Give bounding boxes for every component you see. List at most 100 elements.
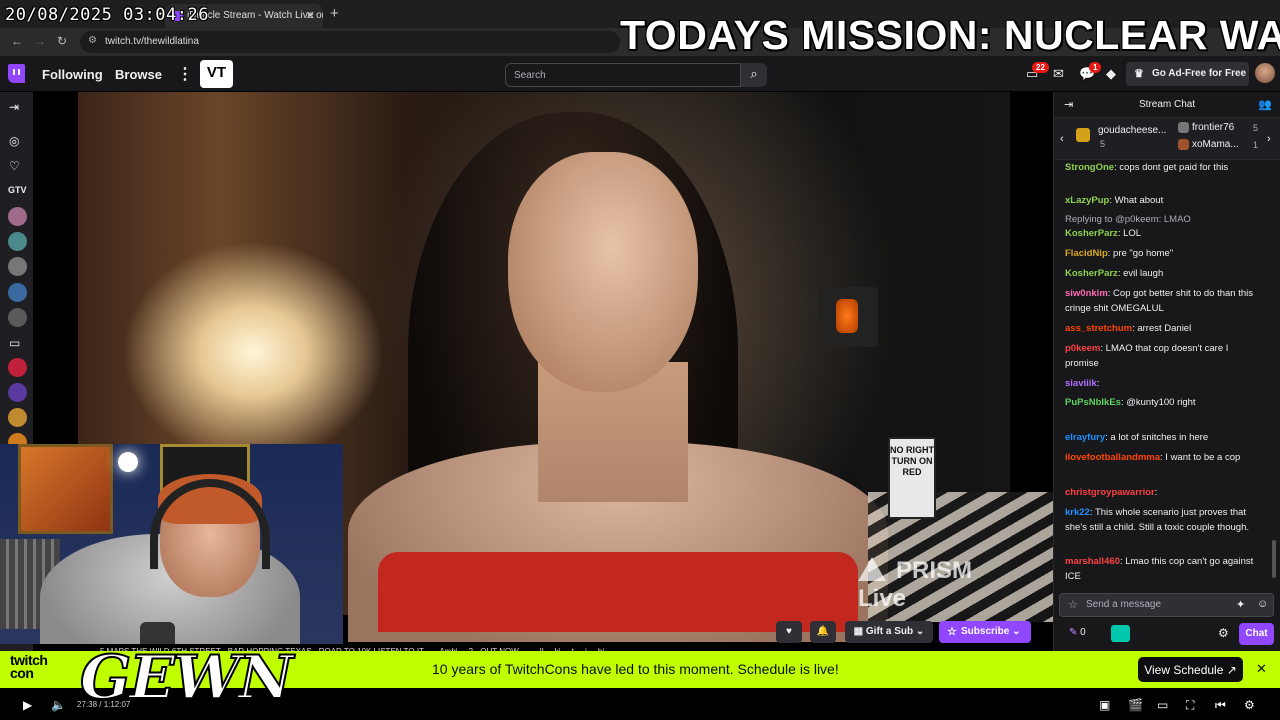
sidebar-channel-gtv[interactable]: GTV [8, 185, 27, 195]
theatre-mode-icon[interactable]: ▭ [1157, 698, 1168, 712]
search-input[interactable]: Search [505, 63, 741, 87]
sidebar-channel-avatar[interactable] [8, 358, 27, 377]
sidebar-channel-avatar[interactable] [8, 257, 27, 276]
chat-username[interactable]: elrayfury [1065, 432, 1105, 443]
chat-title: Stream Chat [1139, 99, 1196, 110]
more-menu-icon[interactable]: ⋮ [177, 64, 193, 84]
gifter-count: 5 [1100, 139, 1106, 149]
chat-username[interactable]: christgroypawarrior [1065, 487, 1155, 498]
chat-username[interactable]: siaviiik [1065, 378, 1097, 389]
gift-icon: ▦ [853, 626, 866, 637]
close-banner-icon[interactable]: ✕ [1256, 661, 1267, 677]
chat-username[interactable]: xLazyPup [1065, 195, 1109, 206]
mod-tools-icon[interactable]: ✦ [1236, 598, 1245, 611]
street-sign: NO RIGHT TURN ON RED [888, 437, 936, 519]
chat-username[interactable]: siw0nkim [1065, 288, 1108, 299]
collapse-chat-icon[interactable]: ⇥ [1064, 98, 1073, 111]
chat-username[interactable]: marshall460 [1065, 556, 1120, 567]
chat-message: KosherParz: evil laugh [1065, 266, 1255, 281]
chat-message: siaviiik: [1065, 376, 1255, 391]
user-avatar[interactable] [1255, 63, 1275, 83]
chat-username[interactable]: PuPsNbIkEs [1065, 397, 1121, 408]
followed-heart-icon[interactable]: ♡ [9, 159, 20, 173]
sidebar-channel-avatar[interactable] [8, 408, 27, 427]
play-icon[interactable]: ▶ [23, 698, 32, 712]
chat-message-text: : LOL [1117, 228, 1142, 239]
volume-icon[interactable]: 🔈 [51, 698, 66, 712]
site-info-icon[interactable]: ⚙ [88, 35, 97, 46]
community-icon[interactable]: 👥 [1258, 98, 1272, 111]
fullscreen-icon[interactable]: ⛶ [1186, 698, 1194, 713]
chat-message-text: : pre "go home" [1107, 248, 1174, 259]
back-icon[interactable]: ← [11, 34, 23, 48]
nav-browse[interactable]: Browse [115, 67, 162, 82]
sidebar-channel-avatar[interactable] [8, 283, 27, 302]
mission-overlay: TODAYS MISSION: NUCLEAR WA [620, 12, 1280, 58]
chat-input[interactable]: ☆ Send a message ✦ ☺ [1059, 593, 1274, 617]
emote-picker-icon[interactable]: ☺ [1257, 598, 1268, 610]
chat-message: xLazyPup: What about [1065, 193, 1255, 208]
chat-send-button[interactable]: Chat [1239, 623, 1274, 645]
sidebar-channel-avatar[interactable] [8, 308, 27, 327]
chevron-right-icon[interactable]: › [1267, 133, 1271, 145]
settings-icon[interactable]: ⚙ [1244, 698, 1255, 712]
video-subject-top [378, 552, 858, 632]
chat-username[interactable]: ass_stretchum [1065, 323, 1132, 334]
recommended-icon[interactable]: ◎ [9, 134, 19, 148]
reload-icon[interactable]: ↻ [57, 34, 67, 48]
forward-icon[interactable]: → [34, 34, 46, 48]
prism-logo-icon [858, 557, 886, 581]
chat-message-text: : [1096, 378, 1100, 389]
star-icon: ☆ [947, 626, 957, 638]
wall-poster [18, 444, 113, 534]
video-subject-face [508, 152, 698, 392]
bits-icon[interactable]: ◆ [1106, 66, 1116, 82]
go-ad-free-button[interactable]: ♛ Go Ad-Free for Free [1126, 62, 1249, 86]
expand-sidebar-icon[interactable]: ⇥ [9, 100, 19, 114]
chat-message: FlacidNip: pre "go home" [1065, 246, 1255, 261]
chat-username[interactable]: ilovefootballandmma [1065, 452, 1160, 463]
chat-username[interactable]: StrongOne [1065, 162, 1114, 173]
rewind-icon[interactable]: ⏮ [1215, 698, 1226, 713]
chat-message-text: : a lot of snitches in here [1105, 432, 1209, 443]
banner-message: 10 years of TwitchCons have led to this … [432, 661, 839, 677]
close-tab-icon[interactable]: ✕ [306, 9, 315, 22]
follow-heart-button[interactable]: ♥ [776, 621, 802, 643]
gifter-name: xoMama... [1192, 139, 1239, 150]
video-camera-icon[interactable]: ▭ [9, 336, 20, 350]
subscribe-button[interactable]: ☆ Subscribe ⌄ [939, 621, 1031, 643]
chat-message-text: : What about [1109, 195, 1164, 206]
new-tab-icon[interactable]: + [330, 5, 339, 22]
search-icon[interactable]: ⌕ [741, 63, 767, 87]
chat-username[interactable]: KosherParz [1065, 268, 1118, 279]
sidebar-channel-avatar[interactable] [8, 232, 27, 251]
chat-username[interactable]: FlacidNip [1065, 248, 1108, 259]
chat-message: StrongOne: cops dont get paid for this [1065, 160, 1255, 175]
nav-following[interactable]: Following [42, 67, 103, 82]
view-schedule-button[interactable]: View Schedule ↗ [1138, 657, 1243, 682]
chat-settings-icon[interactable]: ⚙ [1218, 626, 1229, 640]
address-bar[interactable]: ⚙ twitch.tv/thewildlatina [80, 31, 620, 53]
claim-points-button[interactable] [1111, 625, 1130, 642]
chat-username[interactable]: KosherParz [1065, 228, 1118, 239]
mail-icon[interactable]: ✉ [1053, 66, 1064, 82]
clapper-icon[interactable]: 🎬 [1128, 698, 1143, 712]
notifications-button[interactable]: 🔔 [810, 621, 836, 643]
gift-icon [1076, 128, 1090, 142]
channel-points[interactable]: ✎ 0 [1069, 627, 1086, 638]
sidebar-channel-avatar[interactable] [8, 383, 27, 402]
chat-username[interactable]: p0keem [1065, 343, 1100, 354]
sidebar-channel-avatar[interactable] [8, 207, 27, 226]
chat-message-text: : I want to be a cop [1160, 452, 1241, 463]
chat-username[interactable]: krk22 [1065, 507, 1090, 518]
vt-extension-button[interactable]: VT [200, 60, 233, 88]
gift-sub-button[interactable]: ▦ Gift a Sub ⌄ [845, 621, 933, 643]
gifter-name: goudacheese... [1098, 125, 1167, 136]
channel-points-value: 0 [1080, 627, 1086, 638]
bits-cheer-icon[interactable]: ☆ [1068, 598, 1078, 611]
chat-scrollbar[interactable] [1272, 540, 1276, 578]
chat-input-placeholder: Send a message [1086, 599, 1162, 610]
clip-icon[interactable]: ▣ [1099, 698, 1110, 712]
chevron-left-icon[interactable]: ‹ [1060, 133, 1064, 145]
twitch-logo-icon[interactable] [8, 64, 25, 83]
